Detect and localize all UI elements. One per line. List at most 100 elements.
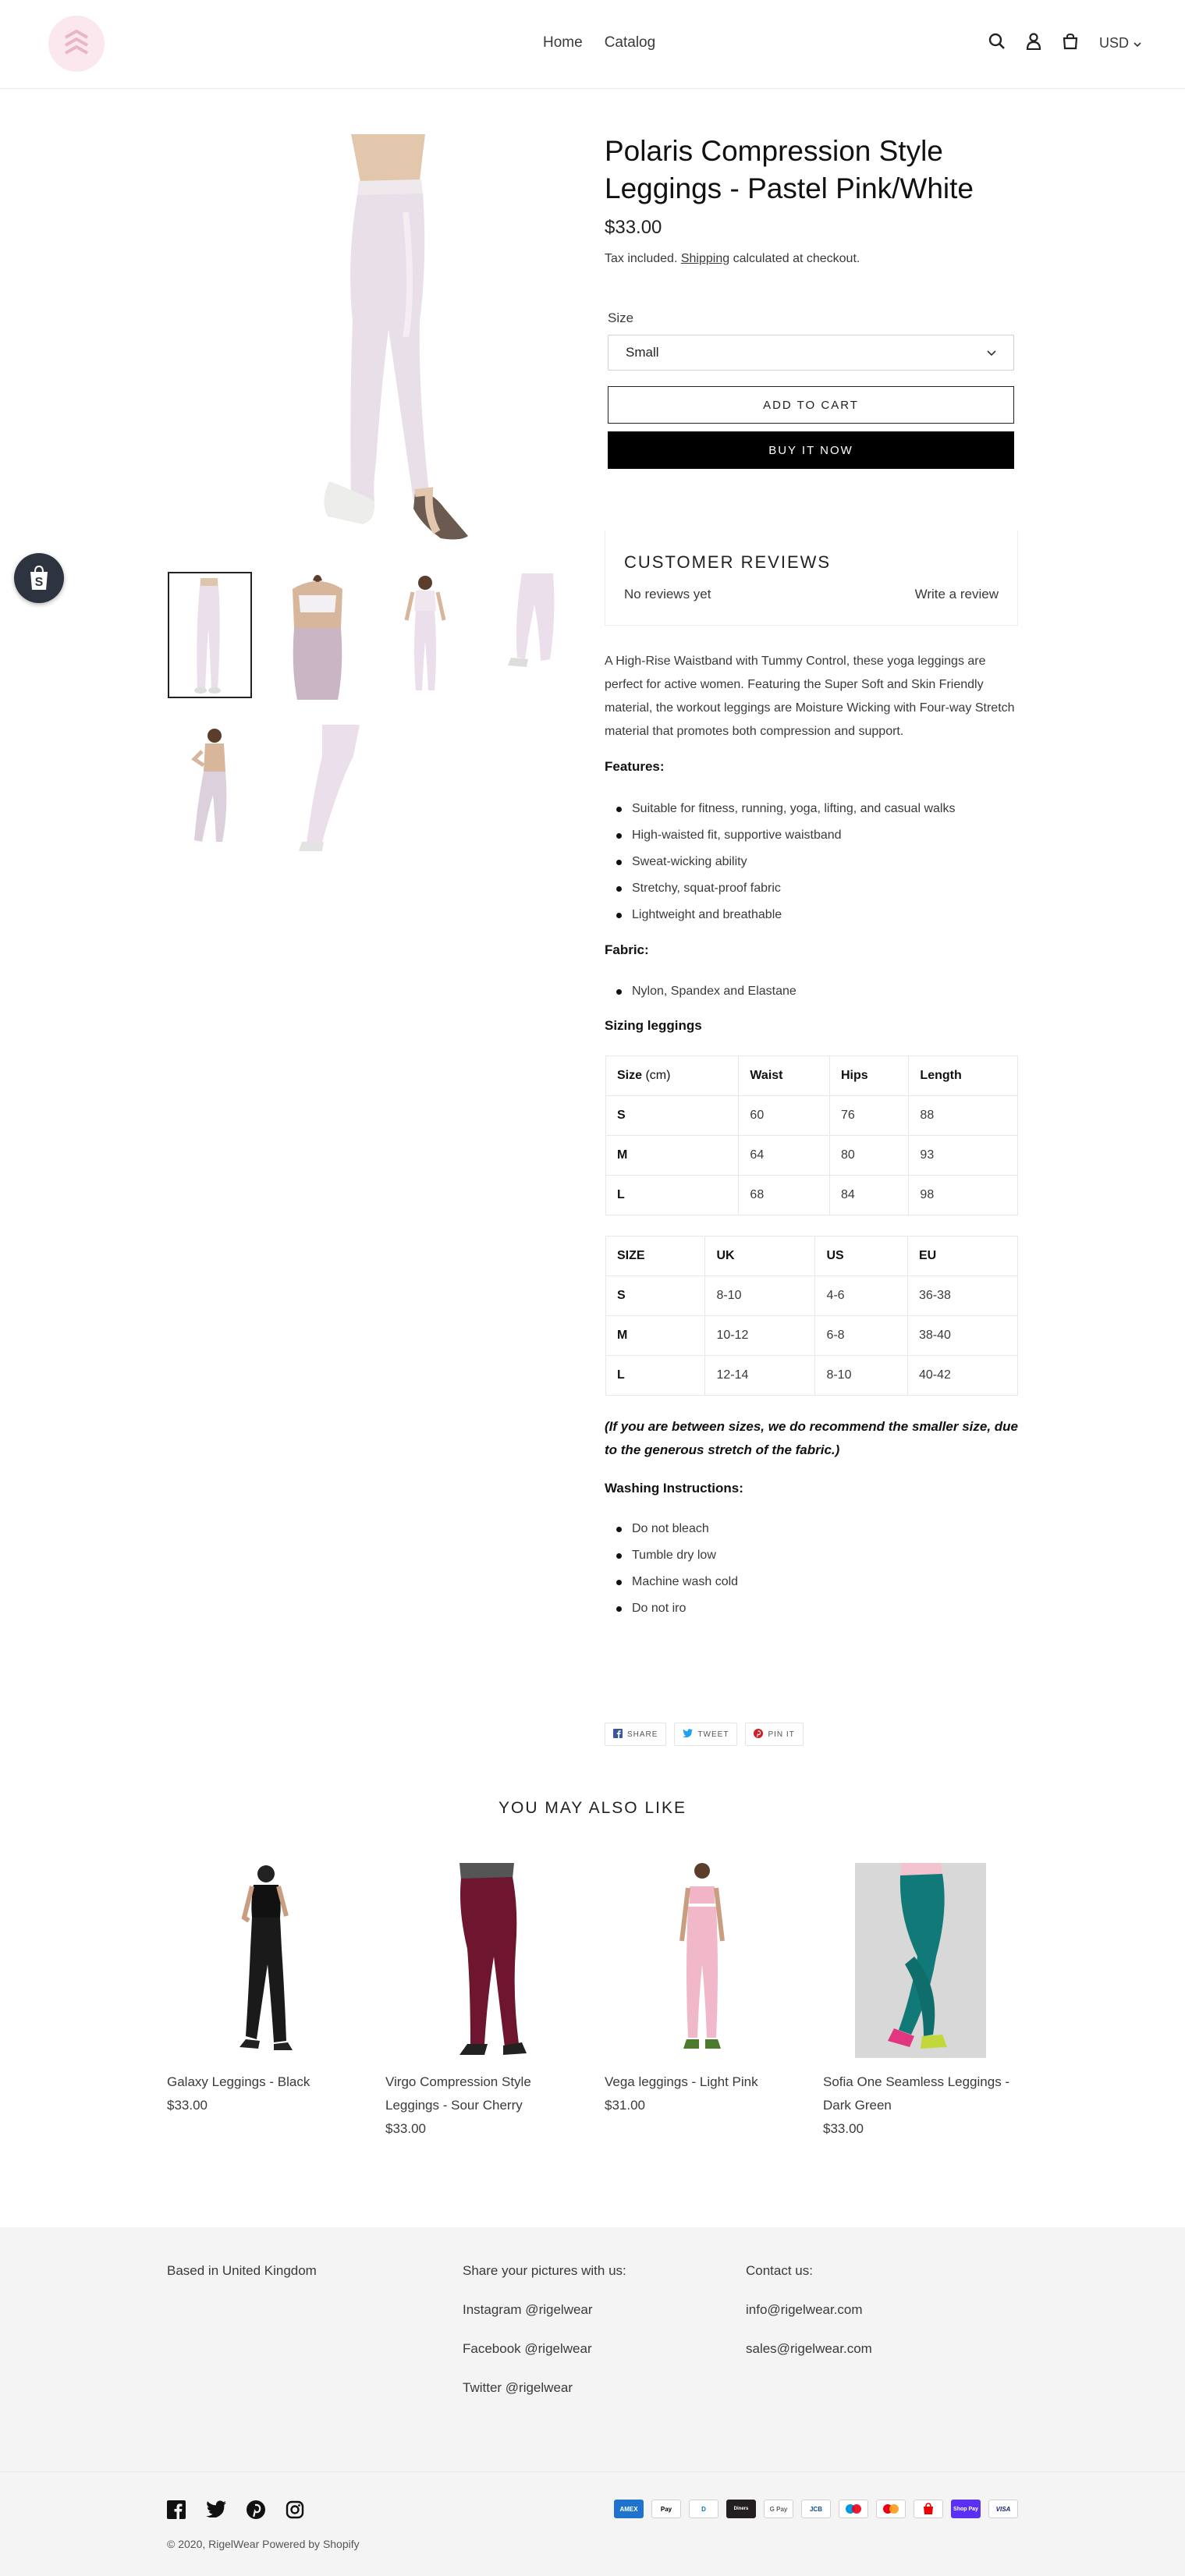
product-card-name[interactable]: Sofia One Seamless Leggings - Dark Green (823, 2070, 1018, 2117)
customer-reviews: CUSTOMER REVIEWS No reviews yet Write a … (605, 530, 1018, 626)
product-thumbnail-3[interactable] (383, 573, 467, 700)
list-item: High-waisted fit, supportive waistband (616, 822, 1022, 849)
search-icon[interactable] (988, 33, 1006, 54)
product-card[interactable]: Galaxy Leggings - Black $33.00 (167, 1863, 362, 2117)
table-cell: 40-42 (907, 1355, 1018, 1396)
table-row: Size (cm) Waist Hips Length (605, 1056, 1018, 1096)
table-header: EU (907, 1236, 1018, 1276)
product-thumbnail-2[interactable] (275, 573, 360, 700)
shipping-link[interactable]: Shipping (681, 252, 729, 265)
table-cell: 8-10 (814, 1355, 908, 1396)
list-item: Suitable for fitness, running, yoga, lif… (616, 796, 1022, 822)
write-review-link[interactable]: Write a review (915, 587, 999, 602)
table-cell: 80 (828, 1135, 910, 1176)
mastercard-icon (876, 2500, 906, 2518)
copyright: © 2020, RigelWear Powered by Shopify (167, 2538, 360, 2550)
chevron-down-icon (987, 345, 996, 360)
visa-icon: VISA (988, 2500, 1018, 2518)
shopify-bag-icon[interactable]: S (14, 553, 64, 603)
footer-email-info[interactable]: info@rigelwear.com (746, 2301, 872, 2319)
table-cell: L (605, 1175, 740, 1215)
table-cell: 8-10 (704, 1276, 816, 1316)
table-row: S 8-10 4-6 36-38 (605, 1276, 1018, 1316)
footer-divider (0, 2471, 1185, 2472)
discover-icon: Diners (726, 2500, 756, 2518)
pinterest-icon[interactable] (247, 2500, 265, 2523)
table-cell: 6-8 (814, 1315, 908, 1356)
account-icon[interactable] (1026, 33, 1041, 54)
product-thumbnail-5[interactable] (168, 725, 252, 851)
list-item: Nylon, Spandex and Elastane (616, 978, 1022, 1005)
table-cell: S (605, 1276, 706, 1316)
size-label: Size (608, 310, 634, 325)
share-pinterest-button[interactable]: PIN IT (745, 1723, 804, 1746)
product-main-image[interactable] (289, 134, 507, 541)
product-card[interactable]: Vega leggings - Light Pink $31.00 (605, 1863, 800, 2117)
product-thumbnail-1[interactable] (168, 572, 252, 698)
footer-link-instagram[interactable]: Instagram @rigelwear (463, 2301, 626, 2319)
product-card[interactable]: Virgo Compression Style Leggings - Sour … (385, 1863, 580, 2141)
product-card-image[interactable] (605, 1863, 800, 2058)
buy-now-button[interactable]: BUY IT NOW (608, 431, 1014, 469)
table-row: M 64 80 93 (605, 1135, 1018, 1176)
size-value: Small (626, 345, 659, 360)
product-card[interactable]: Sofia One Seamless Leggings - Dark Green… (823, 1863, 1018, 2141)
svg-text:S: S (35, 576, 44, 589)
nav-home[interactable]: Home (543, 34, 583, 51)
product-card-image[interactable] (167, 1863, 362, 2058)
product-card-name[interactable]: Galaxy Leggings - Black (167, 2070, 362, 2094)
add-to-cart-button[interactable]: ADD TO CART (608, 386, 1014, 424)
table-header: Size (cm) (605, 1056, 740, 1096)
currency-selector[interactable]: USD (1099, 35, 1141, 51)
share-label: SHARE (627, 1730, 658, 1739)
table-cell: L (605, 1355, 706, 1396)
maestro-icon (839, 2500, 868, 2518)
footer-link-facebook[interactable]: Facebook @rigelwear (463, 2340, 626, 2358)
related-title: YOU MAY ALSO LIKE (498, 1799, 687, 1817)
table-header: SIZE (605, 1236, 706, 1276)
tax-suffix: calculated at checkout. (729, 252, 860, 265)
product-title: Polaris Compression Style Leggings - Pas… (605, 135, 974, 204)
product-card-image[interactable] (823, 1863, 1018, 2058)
product-card-name[interactable]: Vega leggings - Light Pink (605, 2070, 800, 2094)
instagram-icon[interactable] (286, 2500, 304, 2523)
list-item: Do not bleach (616, 1516, 1022, 1542)
pin-label: PIN IT (768, 1730, 795, 1739)
social-icons (167, 2500, 304, 2523)
list-item: Tumble dry low (616, 1542, 1022, 1569)
pinterest-icon (754, 1728, 764, 1740)
size-select[interactable]: Small (608, 335, 1014, 371)
product-thumbnail-4[interactable] (491, 573, 575, 700)
table-header: US (814, 1236, 908, 1276)
table-header: Length (908, 1056, 1018, 1096)
product-card-name[interactable]: Virgo Compression Style Leggings - Sour … (385, 2070, 580, 2117)
footer-link-twitter[interactable]: Twitter @rigelwear (463, 2379, 626, 2397)
share-facebook-button[interactable]: SHARE (605, 1723, 667, 1746)
currency-label: USD (1098, 35, 1129, 51)
footer-email-sales[interactable]: sales@rigelwear.com (746, 2340, 872, 2358)
table-cell: 12-14 (704, 1355, 816, 1396)
brand-logo[interactable] (48, 16, 105, 72)
table-row: M 10-12 6-8 38-40 (605, 1315, 1018, 1356)
list-item: Stretchy, squat-proof fabric (616, 875, 1022, 902)
product-card-image[interactable] (385, 1863, 580, 2058)
product-price: $33.00 (605, 217, 662, 238)
table-cell: M (605, 1315, 706, 1356)
facebook-icon[interactable] (167, 2500, 186, 2523)
table-cell: 64 (738, 1135, 830, 1176)
cart-icon[interactable] (1062, 33, 1079, 54)
twitter-icon (683, 1729, 694, 1740)
product-card-price: $31.00 (605, 2098, 645, 2113)
twitter-icon[interactable] (206, 2500, 226, 2523)
product-description: A High-Rise Waistband with Tummy Control… (605, 655, 1015, 738)
reviews-title: CUSTOMER REVIEWS (624, 552, 832, 572)
diners-club-icon: D (689, 2500, 718, 2518)
table-cell: 38-40 (907, 1315, 1018, 1356)
nav-catalog[interactable]: Catalog (605, 34, 656, 51)
table-cell: 88 (908, 1095, 1018, 1136)
footer-column-contact: Contact us: info@rigelwear.com sales@rig… (746, 2262, 872, 2379)
table-header: UK (704, 1236, 816, 1276)
share-twitter-button[interactable]: TWEET (674, 1723, 738, 1746)
product-thumbnail-6[interactable] (275, 725, 360, 851)
site-header: Home Catalog USD (0, 0, 1185, 89)
